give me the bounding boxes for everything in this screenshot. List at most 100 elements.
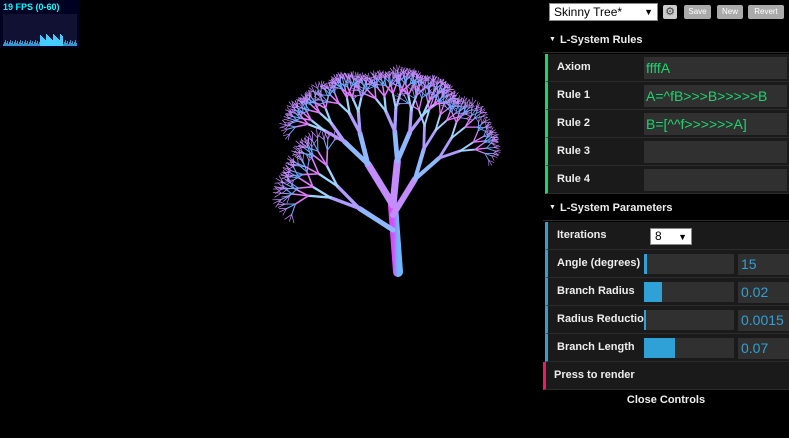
chevron-down-icon: ▼ xyxy=(644,6,653,19)
controls-panel: Skinny Tree* ▼ ⚙ Save New Revert ▼ L-Sys… xyxy=(543,0,789,433)
slider-row: Branch Radius 0.02 xyxy=(545,278,789,306)
fps-bar xyxy=(60,34,61,46)
slider-value-input[interactable]: 15 xyxy=(738,254,789,275)
slider-value-input[interactable]: 0.02 xyxy=(738,282,789,303)
tree-branch xyxy=(359,208,393,230)
fps-bar xyxy=(49,37,50,46)
fps-bar xyxy=(73,44,74,46)
fps-bar xyxy=(54,35,55,46)
fps-bar xyxy=(48,36,49,46)
tree-render-canvas[interactable] xyxy=(0,0,543,433)
tree-branch xyxy=(273,193,281,194)
fps-bar xyxy=(17,41,18,46)
tree-branch xyxy=(318,83,319,89)
tree-branch xyxy=(486,148,494,149)
slider-value-input[interactable]: 0.07 xyxy=(738,338,789,359)
tree-branch xyxy=(482,116,488,117)
fps-bar xyxy=(7,41,8,46)
tree-branch xyxy=(368,164,393,205)
fps-graph xyxy=(3,14,77,46)
chevron-down-icon: ▼ xyxy=(678,230,687,245)
iterations-row: Iterations 8 ▼ xyxy=(545,222,789,250)
fps-bar xyxy=(23,44,24,46)
fps-bar xyxy=(51,39,52,46)
tree-svg xyxy=(0,0,543,433)
gear-icon[interactable]: ⚙ xyxy=(663,5,677,19)
fps-bar xyxy=(36,43,37,46)
rule-input[interactable] xyxy=(644,141,787,163)
slider-label: Branch Length xyxy=(557,334,635,361)
fps-bar xyxy=(42,37,43,46)
fps-bar xyxy=(20,40,21,46)
rule-input[interactable]: ffffA xyxy=(644,57,787,79)
new-button[interactable]: New xyxy=(717,5,743,19)
save-button[interactable]: Save xyxy=(684,5,711,19)
rule-input[interactable] xyxy=(644,169,787,191)
slider-label: Radius Reduction xyxy=(557,306,651,333)
tree-branch xyxy=(303,174,319,175)
rule-input[interactable]: A=^fB>>>B>>>>>B xyxy=(644,85,787,107)
fps-bar xyxy=(61,35,62,46)
fps-bar xyxy=(64,42,65,46)
fps-bar xyxy=(52,40,53,46)
fps-label: 19 FPS (0-60) xyxy=(3,2,77,13)
slider-value-input[interactable]: 0.0015 xyxy=(738,310,789,331)
fps-bar xyxy=(44,39,45,46)
slider-track[interactable] xyxy=(644,310,734,330)
fps-bar xyxy=(58,39,59,46)
rules-folder-title[interactable]: ▼ L-System Rules xyxy=(543,27,789,53)
fps-bar xyxy=(25,40,26,46)
fps-bar xyxy=(45,40,46,46)
fps-bar xyxy=(10,40,11,46)
tree-branch xyxy=(298,187,313,188)
tree-branch xyxy=(458,104,460,112)
tree-branch xyxy=(419,98,422,110)
preset-select[interactable]: Skinny Tree* ▼ xyxy=(549,3,658,21)
render-button-label: Press to render xyxy=(554,362,635,389)
params-folder-title[interactable]: ▼ L-System Parameters xyxy=(543,195,789,221)
fps-bar xyxy=(67,41,68,46)
tree-branch xyxy=(295,196,308,204)
rule-row: Rule 3 xyxy=(545,138,789,166)
slider-track[interactable] xyxy=(644,338,734,358)
fps-bar xyxy=(70,40,71,46)
fps-bar xyxy=(39,42,40,46)
slider-track[interactable] xyxy=(644,254,734,274)
fps-bar xyxy=(74,42,75,46)
fps-bar xyxy=(31,43,32,46)
iterations-select[interactable]: 8 ▼ xyxy=(650,228,692,245)
iterations-value: 8 xyxy=(655,229,662,243)
fps-bar xyxy=(22,41,23,46)
fps-bar xyxy=(12,41,13,46)
slider-row: Angle (degrees)15 xyxy=(545,250,789,278)
fps-bar xyxy=(29,42,30,46)
tree-branch xyxy=(292,214,294,222)
rule-input[interactable]: B=[^^f>>>>>>A] xyxy=(644,113,787,135)
fps-bar xyxy=(30,40,31,46)
slider-fill xyxy=(644,338,675,358)
tree-branch xyxy=(307,161,309,172)
fps-bar xyxy=(40,35,41,46)
revert-button[interactable]: Revert xyxy=(748,5,784,19)
slider-track[interactable] xyxy=(644,282,734,302)
fps-bar xyxy=(27,41,28,46)
tree-branch xyxy=(486,142,491,148)
fps-bar xyxy=(59,40,60,46)
fps-bar xyxy=(19,42,20,46)
tree-branch xyxy=(457,117,466,118)
render-button[interactable]: Press to render xyxy=(543,362,789,390)
rules-folder-label: L-System Rules xyxy=(560,34,643,46)
fps-bar xyxy=(72,41,73,46)
fps-bar xyxy=(50,38,51,46)
tree-branch xyxy=(494,148,499,150)
fps-stats-widget[interactable]: 19 FPS (0-60) xyxy=(0,0,80,48)
tree-branch xyxy=(335,85,336,93)
fps-bar xyxy=(38,44,39,46)
tree-branch xyxy=(492,143,498,144)
slider-label: Branch Radius xyxy=(557,278,635,305)
close-controls-button[interactable]: Close Controls xyxy=(543,390,789,410)
fps-bar xyxy=(8,44,9,46)
fps-bar xyxy=(16,43,17,46)
fps-bar xyxy=(37,41,38,46)
fps-bar xyxy=(56,37,57,46)
